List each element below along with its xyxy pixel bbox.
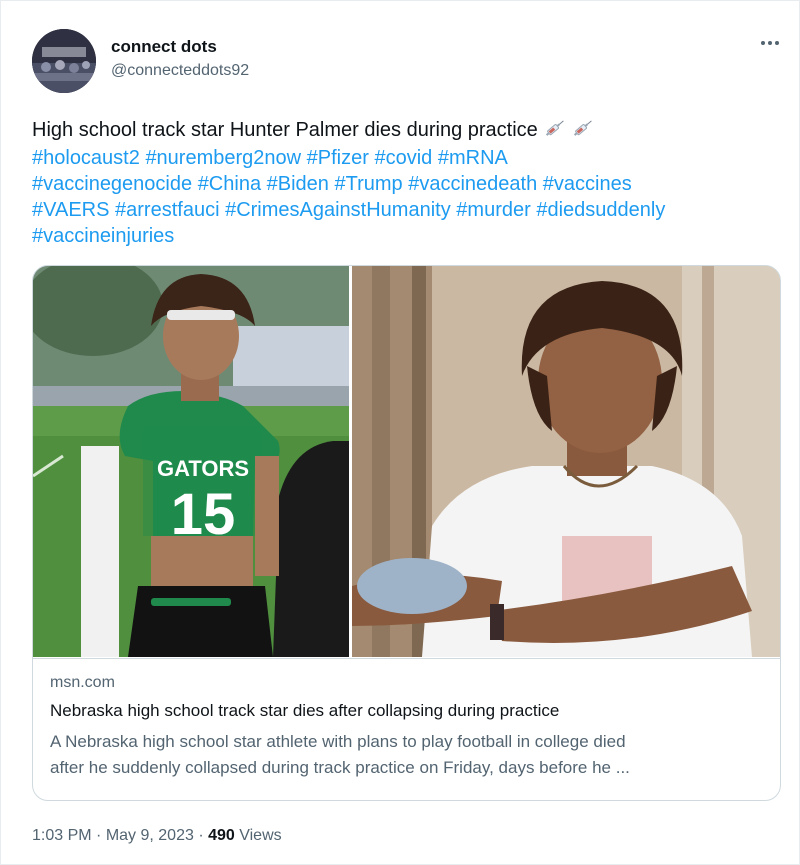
link-preview-card[interactable]: GATORS 15 msn.com Nebraska high school t…	[32, 265, 781, 801]
hashtag-line: #vaccinegenocide #China #Biden #Trump #v…	[32, 171, 787, 197]
tweet-text: High school track star Hunter Palmer die…	[32, 117, 787, 249]
author-avatar[interactable]	[32, 29, 96, 93]
hashtag-link[interactable]: #murder	[456, 199, 530, 221]
hashtag-link[interactable]: #vaccines	[543, 173, 632, 195]
views-label: Views	[234, 827, 282, 844]
tweet-date[interactable]: May 9, 2023	[106, 827, 194, 844]
card-body: msn.com Nebraska high school track star …	[33, 658, 780, 800]
card-photo-left: GATORS 15	[33, 266, 349, 657]
hashtag-link[interactable]: #vaccinedeath	[408, 173, 537, 195]
separator: ·	[91, 827, 106, 844]
hashtag-link[interactable]: #VAERS	[32, 199, 109, 221]
hashtag-link[interactable]: #arrestfauci	[115, 199, 220, 221]
hashtag-link[interactable]: #vaccinegenocide	[32, 173, 192, 195]
separator: ·	[193, 827, 209, 844]
more-horizontal-icon	[760, 41, 781, 45]
hashtag-link[interactable]: #CrimesAgainstHumanity	[225, 199, 451, 221]
jersey-text: GATORS	[157, 456, 249, 481]
tweet-headline: High school track star Hunter Palmer die…	[32, 119, 538, 141]
hashtag-link[interactable]: #covid	[374, 147, 432, 169]
more-options-button[interactable]	[755, 31, 785, 55]
syringe-icon	[572, 118, 594, 145]
syringe-icon	[544, 118, 566, 145]
hashtag-link[interactable]: #mRNA	[438, 147, 508, 169]
hashtag-link[interactable]: #vaccineinjuries	[32, 225, 174, 247]
hashtag-line: #VAERS #arrestfauci #CrimesAgainstHumani…	[32, 197, 787, 223]
hashtag-link[interactable]: #Biden	[267, 173, 329, 195]
tweet-meta: 1:03 PM · May 9, 2023 · 490 Views	[32, 827, 282, 845]
card-description-line: A Nebraska high school star athlete with…	[50, 732, 626, 751]
tweet: connect dots @connecteddots92 High schoo…	[0, 0, 800, 865]
hashtag-link[interactable]: #diedsuddenly	[536, 199, 665, 221]
tweet-text-line: High school track star Hunter Palmer die…	[32, 117, 787, 145]
tweet-time[interactable]: 1:03 PM	[32, 827, 92, 844]
card-domain: msn.com	[50, 674, 115, 691]
card-description: A Nebraska high school star athlete with…	[50, 729, 765, 781]
views-count: 490	[208, 827, 235, 844]
hashtag-link[interactable]: #China	[198, 173, 261, 195]
card-images: GATORS 15	[33, 266, 780, 657]
hashtag-link[interactable]: #Pfizer	[307, 147, 369, 169]
card-title[interactable]: Nebraska high school track star dies aft…	[50, 701, 559, 721]
hashtag-line: #holocaust2 #nuremberg2now #Pfizer #covi…	[32, 145, 787, 171]
hashtag-link[interactable]: #nuremberg2now	[145, 147, 301, 169]
card-description-line: after he suddenly collapsed during track…	[50, 758, 630, 777]
hashtag-link[interactable]: #holocaust2	[32, 147, 140, 169]
author-handle[interactable]: @connecteddots92	[111, 62, 249, 80]
jersey-number: 15	[171, 482, 236, 547]
author-name[interactable]: connect dots	[111, 37, 217, 57]
hashtag-link[interactable]: #Trump	[334, 173, 402, 195]
hashtag-line: #vaccineinjuries	[32, 223, 787, 249]
card-photo-right	[352, 266, 780, 657]
